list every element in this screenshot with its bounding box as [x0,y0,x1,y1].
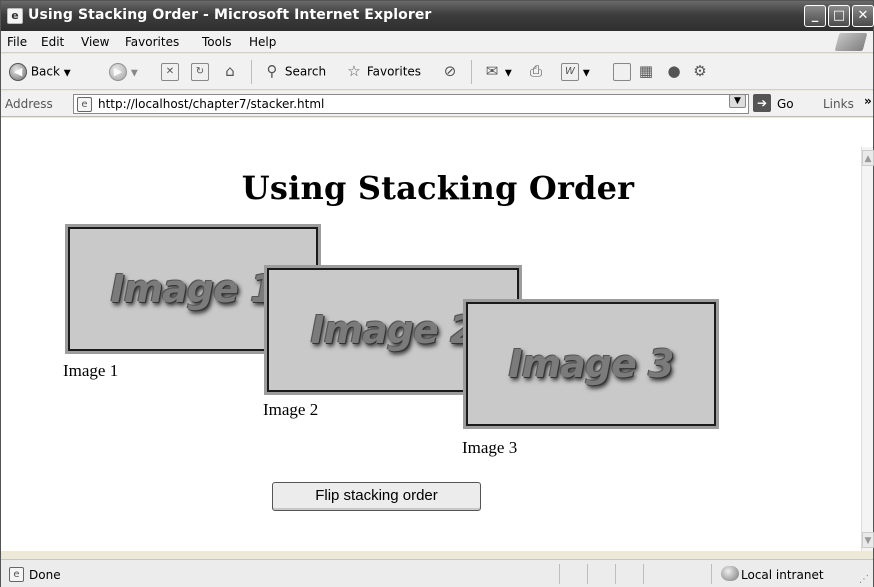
research-icon: ▦ [638,62,654,80]
image-1-caption: Image 1 [63,361,119,380]
media-icon: ⊘ [443,62,457,80]
resize-grip-icon[interactable]: ⋰ [859,574,869,585]
status-divider [559,564,560,584]
address-label: Address [5,97,53,111]
back-button[interactable]: ◀ Back ▼ [9,63,71,81]
forward-dropdown-icon[interactable]: ▼ [131,69,138,79]
back-arrow-icon: ◀ [9,63,27,81]
mail-button[interactable]: ✉ ▼ [483,63,512,81]
status-divider [587,564,588,584]
image-3-caption: Image 3 [462,438,518,457]
research-button[interactable]: ▦ [637,63,655,81]
address-input[interactable]: e http://localhost/chapter7/stacker.html [73,94,749,114]
back-dropdown-icon[interactable]: ▼ [64,69,71,79]
search-button[interactable]: ⚲ Search [263,62,327,81]
status-divider [643,564,644,584]
go-button[interactable]: Go [777,97,794,111]
links-label[interactable]: Links [823,97,854,111]
stop-button[interactable]: ✕ [161,63,179,81]
address-dropdown-icon[interactable]: ▼ [729,94,746,108]
toolbar-separator [471,60,472,84]
favorites-label: Favorites [366,64,422,79]
menu-view[interactable]: View [81,35,109,49]
search-icon: ⚲ [266,62,278,80]
mail-icon: ✉ [485,62,499,80]
image-1-text: Image 1 [110,267,276,311]
image-3-text: Image 3 [508,342,674,386]
status-divider [615,564,616,584]
messenger-button[interactable]: ● [665,63,683,81]
content-left-margin [1,147,9,551]
mail-dropdown-icon[interactable]: ▼ [505,69,512,79]
print-icon: ⎙ [529,62,542,80]
image-3: Image 3 [463,299,719,429]
page-icon: e [77,97,92,112]
toolbar-separator [251,60,252,84]
page-done-icon: e [9,567,24,582]
stop-icon: ✕ [161,63,179,81]
extra-tool-button[interactable]: ⚙ [691,63,709,81]
content-area-top [1,118,873,147]
tool-icon: ⚙ [693,62,707,80]
menu-favorites[interactable]: Favorites [125,35,179,49]
word-icon: W [561,63,579,81]
print-button[interactable]: ⎙ [527,63,545,81]
flip-stacking-order-button[interactable]: Flip stacking order [272,482,481,511]
menu-bar: File Edit View Favorites Tools Help [1,31,873,53]
menu-edit[interactable]: Edit [41,35,64,49]
window-title: Using Stacking Order - Microsoft Interne… [28,7,432,23]
links-chevron-icon[interactable]: » [864,94,872,108]
edit-dropdown-icon[interactable]: ▼ [583,69,590,79]
toolbar: ◀ Back ▼ ▶ ▼ ✕ ↻ ⌂ ⚲ Search ☆ Favorites … [1,54,873,90]
maximize-button[interactable]: □ [828,5,850,27]
page-heading: Using Stacking Order [241,169,635,207]
status-bar: e Done Local intranet ⋰ [1,559,873,587]
discuss-button[interactable] [613,63,631,81]
refresh-button[interactable]: ↻ [191,63,209,81]
image-2-caption: Image 2 [263,400,319,419]
status-divider [711,564,712,584]
zone-label: Local intranet [741,568,824,582]
minimize-button[interactable]: _ [804,5,826,27]
go-arrow-icon[interactable]: ➔ [753,94,771,112]
forward-arrow-icon: ▶ [109,63,127,81]
discuss-icon [613,63,631,81]
scroll-up-icon[interactable]: ▲ [862,150,874,166]
forward-button[interactable]: ▶ ▼ [109,63,138,81]
search-label: Search [284,64,327,79]
close-button[interactable]: ✕ [852,5,874,27]
edit-word-button[interactable]: W ▼ [561,63,590,81]
image-2-text: Image 2 [310,308,476,352]
vertical-scrollbar[interactable]: ▲ ▼ [861,147,874,551]
menu-help[interactable]: Help [249,35,276,49]
browser-window: e Using Stacking Order - Microsoft Inter… [0,0,874,587]
favorites-button[interactable]: ☆ Favorites [345,63,421,81]
intranet-zone-icon [721,566,739,581]
home-button[interactable]: ⌂ [221,63,239,81]
status-text: Done [29,568,61,582]
address-bar: Address e http://localhost/chapter7/stac… [1,91,873,117]
menu-file[interactable]: File [7,35,27,49]
refresh-icon: ↻ [191,63,209,81]
menu-tools[interactable]: Tools [202,35,232,49]
messenger-icon: ● [667,62,681,80]
title-bar[interactable]: e Using Stacking Order - Microsoft Inter… [1,1,874,31]
home-icon: ⌂ [225,62,235,80]
scroll-down-icon[interactable]: ▼ [862,532,874,548]
address-url[interactable]: http://localhost/chapter7/stacker.html [98,97,324,111]
star-icon: ☆ [347,62,361,80]
ie-page-icon: e [7,8,23,24]
media-button[interactable]: ⊘ [441,63,459,81]
back-label: Back [30,64,60,79]
windows-logo-icon [834,33,868,51]
